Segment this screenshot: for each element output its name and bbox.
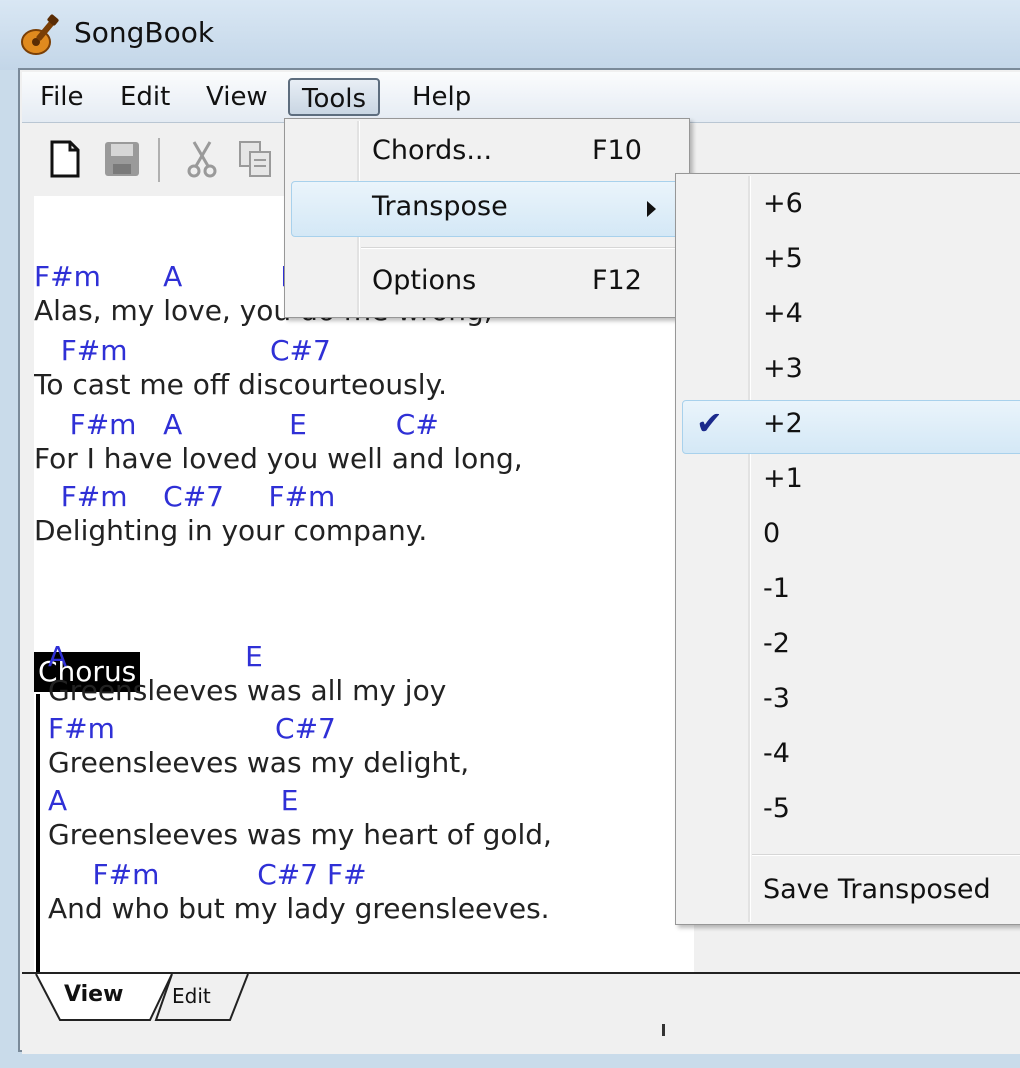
tab-shapes	[35, 974, 249, 1021]
transpose-item[interactable]: +1	[763, 463, 803, 494]
shortcut-chords: F10	[592, 135, 642, 166]
guitar-icon	[21, 14, 59, 55]
lyric-line: Greensleeves was all my joy	[48, 674, 447, 707]
menu-help[interactable]: Help	[402, 78, 481, 116]
transpose-item[interactable]: -5	[763, 793, 790, 824]
menu-separator	[361, 247, 683, 249]
chord-line: F#m C#7 F#m	[34, 480, 336, 513]
window-title: SongBook	[74, 16, 215, 49]
transpose-item[interactable]: +6	[763, 188, 803, 219]
save-icon[interactable]	[102, 138, 142, 180]
lyric-line: To cast me off discourteously.	[34, 368, 447, 401]
new-file-icon[interactable]	[46, 138, 86, 180]
submenu-arrow-icon	[647, 201, 656, 217]
transpose-item[interactable]: -1	[763, 573, 790, 604]
copy-icon[interactable]	[236, 138, 276, 180]
lyric-line: Greensleeves was my delight,	[48, 746, 470, 779]
lyric-line: Delighting in your company.	[34, 514, 428, 547]
chord-line: A E	[48, 640, 263, 673]
lyric-line: And who but my lady greensleeves.	[48, 892, 550, 925]
chord-line: A E	[48, 784, 299, 817]
transpose-item[interactable]: -3	[763, 683, 790, 714]
transpose-item[interactable]: +4	[763, 298, 803, 329]
checkmark-icon: ✔	[696, 404, 723, 442]
chord-line: F#m C#7	[48, 712, 336, 745]
chorus-marker	[36, 694, 40, 972]
shortcut-options: F12	[592, 265, 642, 296]
title-bar: SongBook	[0, 0, 1020, 70]
transpose-item[interactable]: -2	[763, 628, 790, 659]
chord-line: F#m C#7	[34, 334, 331, 367]
transpose-item[interactable]: 0	[763, 518, 780, 549]
transpose-item[interactable]: +5	[763, 243, 803, 274]
view-tabs: View Edit	[22, 972, 1020, 1054]
menu-item-chords[interactable]: Chords...	[372, 135, 492, 166]
tools-menu: Chords... F10 Transpose Options F12	[284, 118, 690, 318]
chord-line: F#m A E C#	[34, 408, 439, 441]
resize-grip[interactable]	[662, 1024, 665, 1036]
tab-edit[interactable]: Edit	[172, 984, 211, 1008]
transpose-item[interactable]: -4	[763, 738, 790, 769]
transpose-item[interactable]: +2	[763, 408, 803, 439]
menu-item-transpose-label: Transpose	[372, 191, 508, 222]
menu-item-options[interactable]: Options	[372, 265, 476, 296]
lyric-line: For I have loved you well and long,	[34, 442, 523, 475]
menu-tools[interactable]: Tools	[288, 78, 381, 116]
menu-edit[interactable]: Edit	[110, 78, 180, 116]
cut-icon[interactable]	[182, 138, 222, 180]
transpose-item[interactable]: +3	[763, 353, 803, 384]
menu-bar: File Edit View Tools Help	[22, 72, 1020, 123]
menu-file[interactable]: File	[30, 78, 94, 116]
menu-view[interactable]: View	[196, 78, 278, 116]
menu-item-save-transposed[interactable]: Save Transposed	[763, 874, 991, 905]
toolbar-separator	[158, 138, 160, 182]
submenu-separator	[752, 854, 1020, 856]
chord-line: F#m C#7 F#	[48, 858, 367, 891]
submenu-gutter	[748, 176, 751, 922]
tab-view[interactable]: View	[64, 982, 123, 1007]
transpose-submenu: Save Transposed +6 +5 +4 +3 ✔ +2 +1 0 -1 -2 -3 -4 -5	[675, 173, 1020, 925]
transpose-item-highlight	[682, 400, 1020, 454]
lyric-line: Greensleeves was my heart of gold,	[48, 818, 552, 851]
